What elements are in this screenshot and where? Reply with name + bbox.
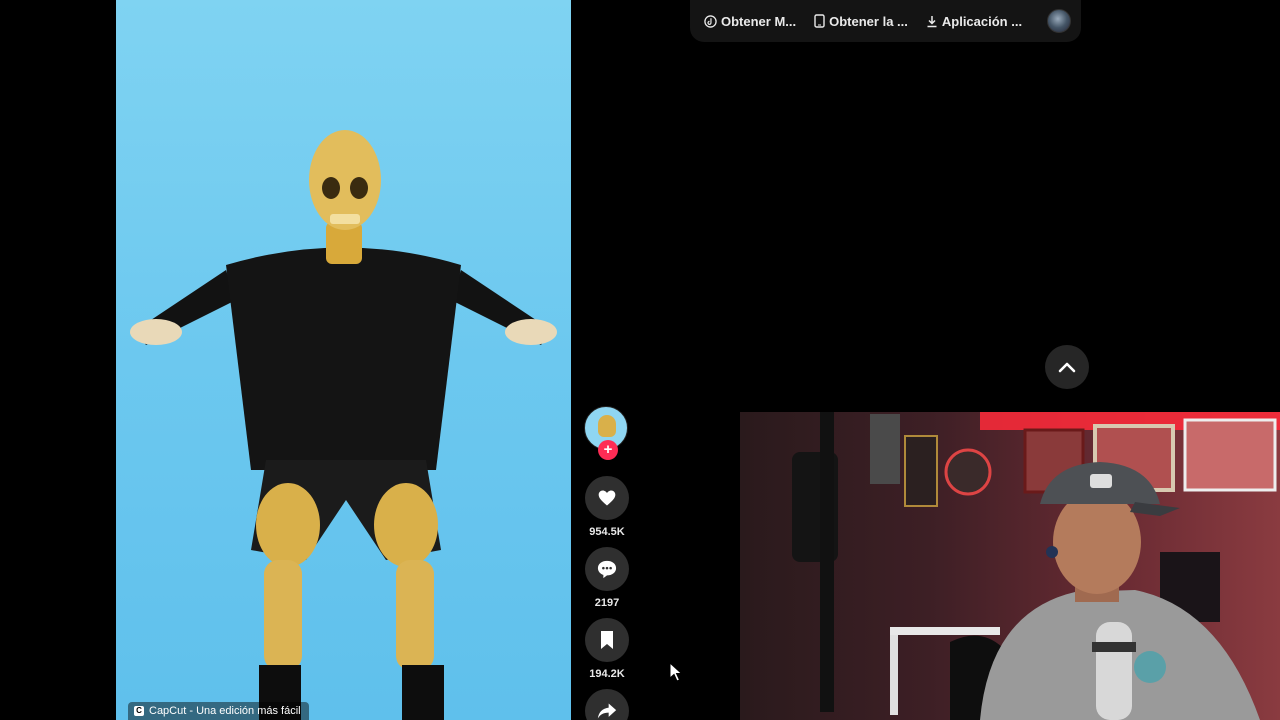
video-player[interactable]: C CapCut - Una edición más fácil bbox=[116, 0, 571, 720]
get-app-link[interactable]: Obtener la ... bbox=[814, 14, 908, 29]
comment-count: 2197 bbox=[594, 597, 620, 609]
comment-icon bbox=[597, 560, 617, 579]
action-rail: + 954.5K 2197 194.2K bbox=[584, 406, 630, 720]
share-action bbox=[584, 689, 630, 720]
save-count: 194.2K bbox=[589, 668, 625, 680]
get-coins-label: Obtener M... bbox=[721, 13, 797, 29]
phone-icon bbox=[814, 14, 825, 28]
share-arrow-icon bbox=[597, 703, 617, 719]
desktop-app-label: Aplicación ... bbox=[941, 13, 1023, 29]
follow-plus-icon[interactable]: + bbox=[598, 440, 618, 460]
creator-avatar-image bbox=[598, 415, 616, 437]
like-action: 954.5K bbox=[584, 476, 630, 538]
get-app-label: Obtener la ... bbox=[829, 13, 908, 29]
like-button[interactable] bbox=[585, 476, 629, 520]
get-coins-link[interactable]: Obtener M... bbox=[704, 14, 796, 29]
creator-avatar[interactable]: + bbox=[584, 406, 628, 460]
comment-action: 2197 bbox=[584, 547, 630, 609]
share-button[interactable] bbox=[585, 689, 629, 720]
desktop-app-link[interactable]: Aplicación ... bbox=[926, 14, 1022, 29]
save-button[interactable] bbox=[585, 618, 629, 662]
chevron-up-icon bbox=[1058, 362, 1076, 373]
mouse-cursor-icon bbox=[669, 662, 683, 682]
webcam-overlay bbox=[740, 412, 1280, 720]
download-icon bbox=[927, 15, 937, 27]
tiktok-coin-icon bbox=[704, 14, 717, 28]
video-frame-skeleton-figure bbox=[130, 130, 557, 720]
capcut-watermark: C CapCut - Una edición más fácil bbox=[128, 702, 309, 720]
heart-icon bbox=[598, 490, 616, 506]
like-count: 954.5K bbox=[589, 526, 625, 538]
capcut-logo-icon: C bbox=[134, 706, 144, 716]
save-action: 194.2K bbox=[584, 618, 630, 680]
capcut-watermark-text: CapCut - Una edición más fácil bbox=[149, 705, 301, 717]
comment-button[interactable] bbox=[585, 547, 629, 591]
top-bar: Obtener M... Obtener la ... Aplicación .… bbox=[690, 0, 1081, 42]
screen: C CapCut - Una edición más fácil + 954.5… bbox=[0, 0, 1280, 720]
webcam-feed-image bbox=[740, 412, 1280, 720]
bookmark-icon bbox=[601, 631, 613, 649]
profile-avatar[interactable] bbox=[1047, 9, 1071, 33]
previous-video-button[interactable] bbox=[1045, 345, 1089, 389]
